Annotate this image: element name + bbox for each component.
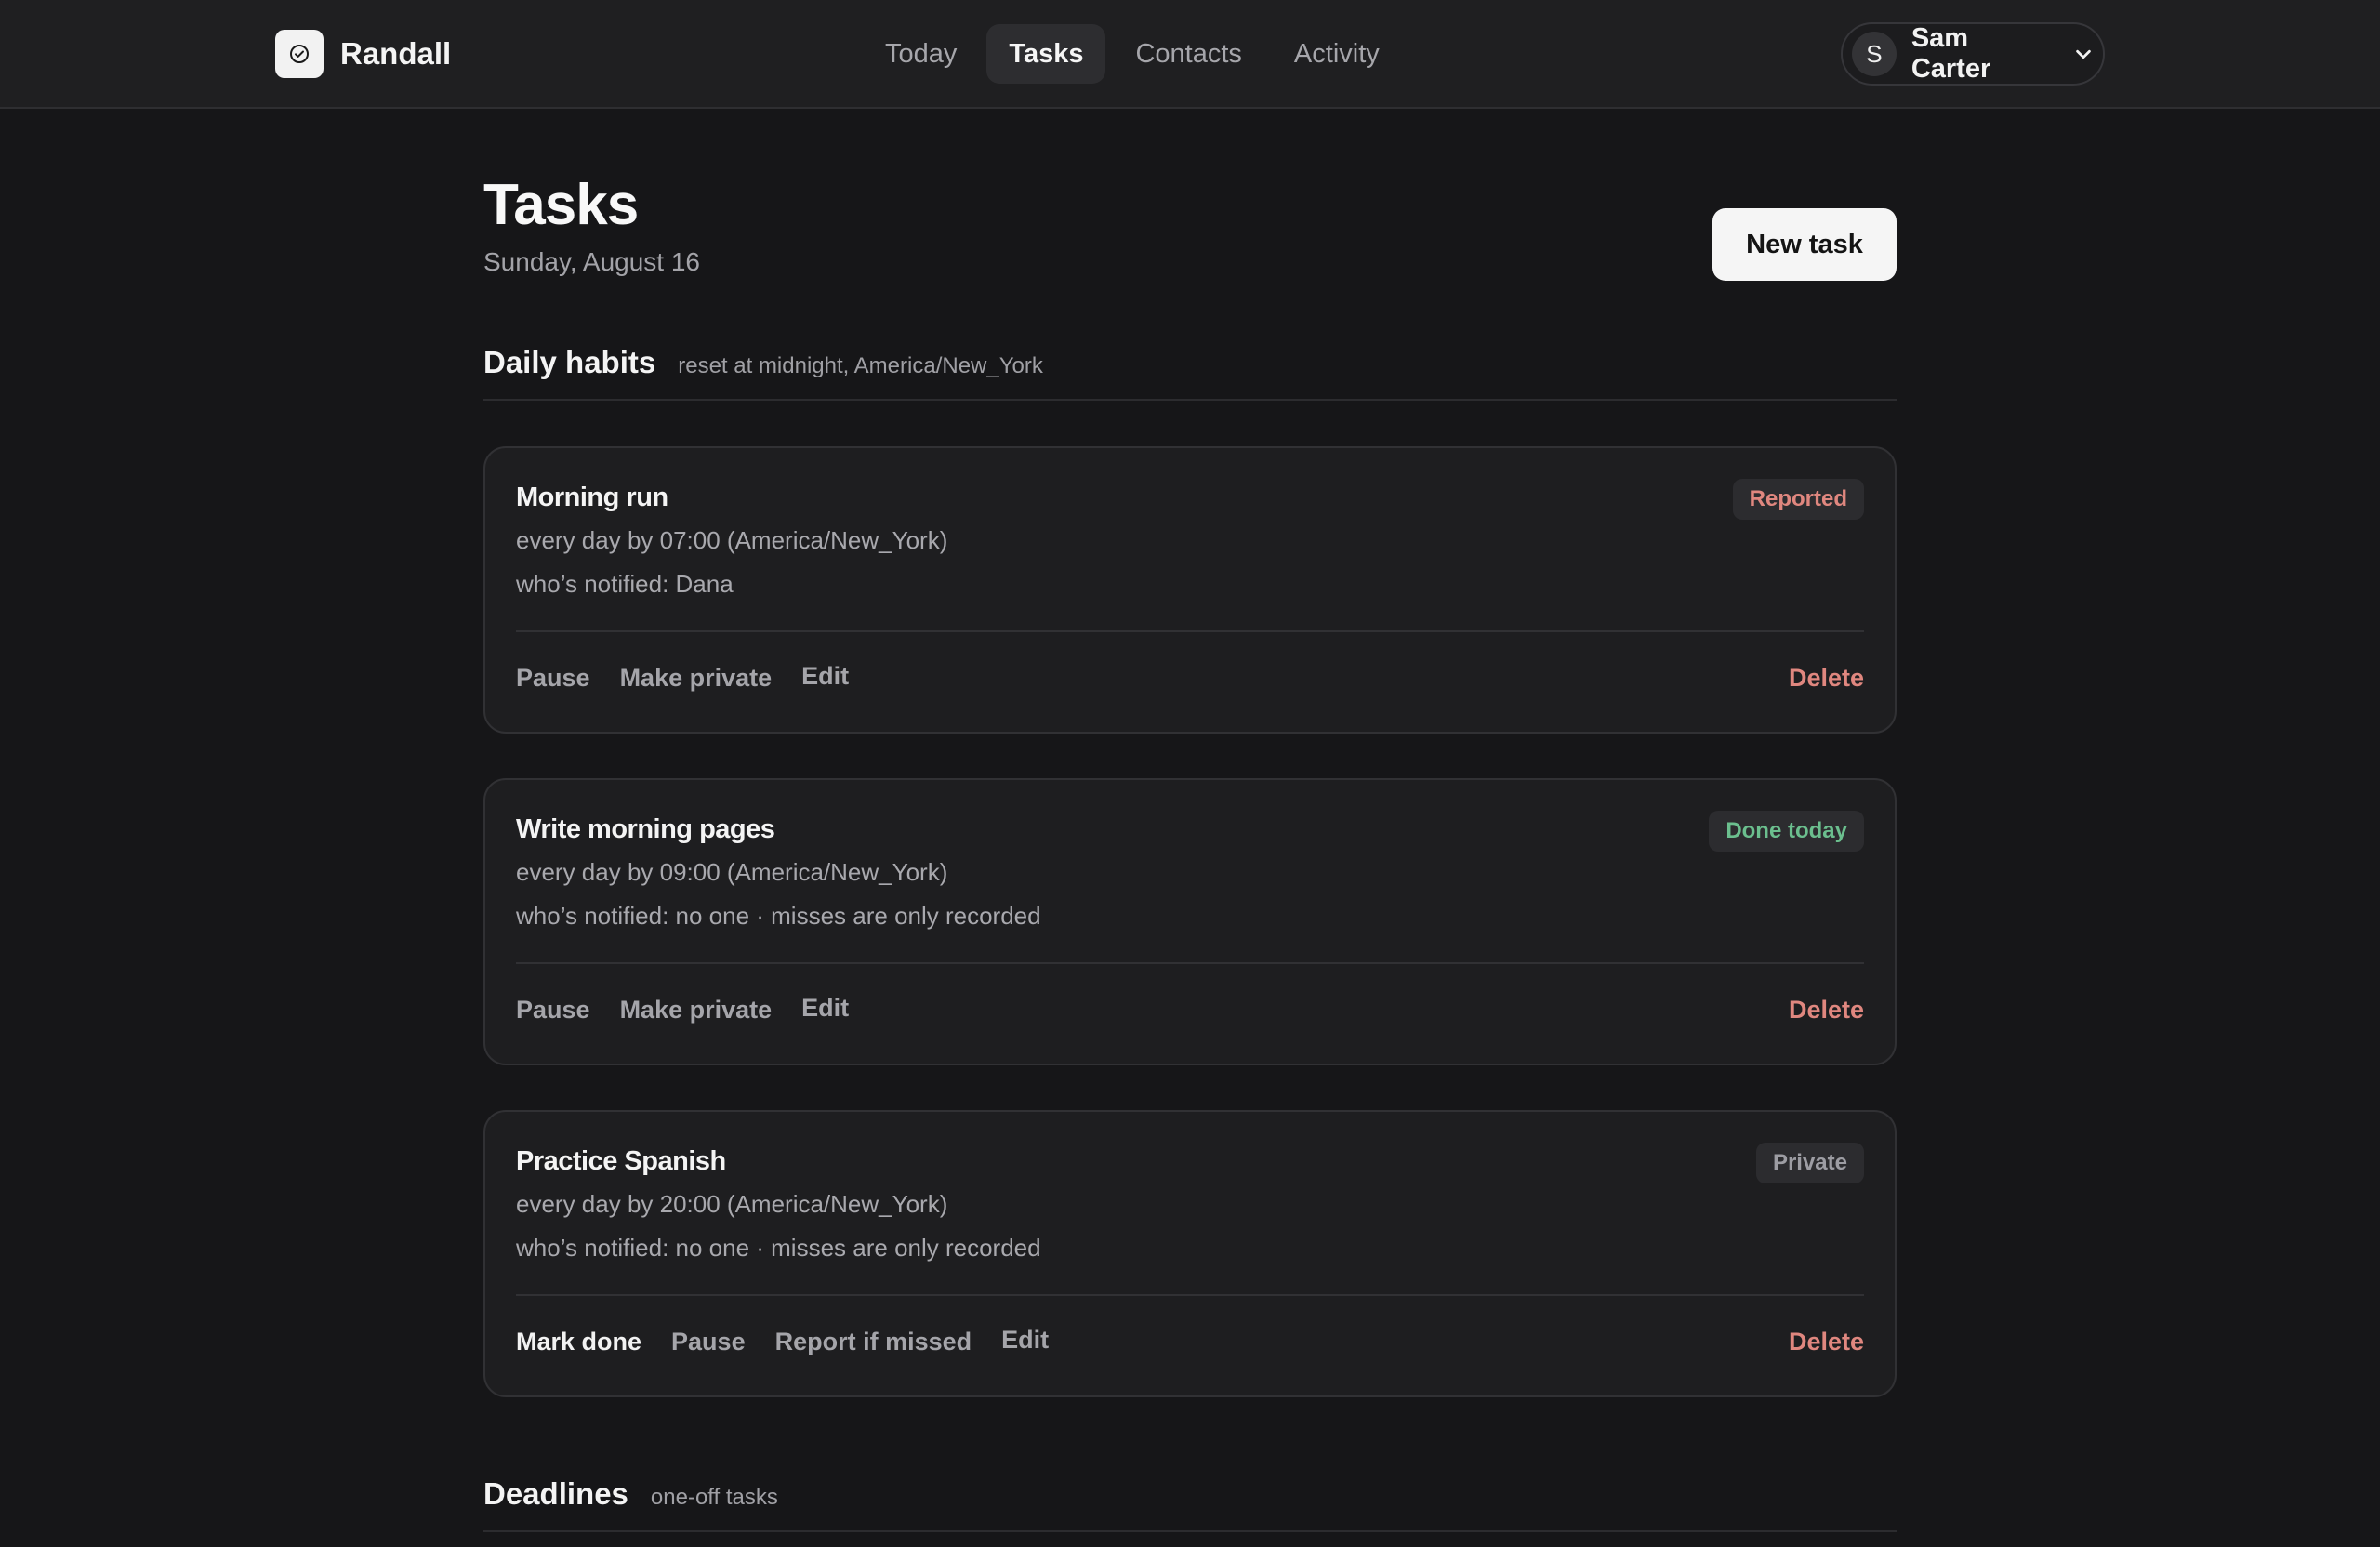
brand-name: Randall [340,36,452,71]
habit-actions: Mark done Pause Report if missed Edit [516,1326,1049,1356]
status-badge: Reported [1732,479,1864,520]
divider [516,1294,1864,1296]
habit-card: Morning run every day by 07:00 (America/… [483,446,1897,734]
mark-done-button[interactable]: Mark done [516,1328,641,1356]
page-date: Sunday, August 16 [483,247,700,276]
avatar: S [1852,32,1897,76]
section-title: Deadlines [483,1476,628,1511]
user-name: Sam Carter [1911,23,1991,84]
pause-button[interactable]: Pause [516,664,590,693]
divider [516,630,1864,632]
delete-button[interactable]: Delete [1789,664,1864,693]
section-header-deadlines: Deadlines one-off tasks [483,1476,1897,1532]
habit-notified: who’s notified: Dana [516,570,734,598]
divider [516,962,1864,964]
nav-item-activity[interactable]: Activity [1272,24,1402,84]
habit-actions: Pause Make private Edit [516,662,849,693]
brand[interactable]: Randall [275,30,451,78]
main-nav: Today Tasks Contacts Activity [863,24,1402,84]
edit-button[interactable]: Edit [801,994,849,1023]
page-title: Tasks [483,173,639,237]
section-title: Daily habits [483,345,656,379]
nav-item-today[interactable]: Today [863,24,979,84]
top-navigation-bar: Randall Today Tasks Contacts Activity S … [0,0,2380,109]
pause-button[interactable]: Pause [671,1328,746,1356]
check-circle-icon [275,30,324,78]
habit-schedule: every day by 20:00 (America/New_York) [516,1190,948,1218]
habit-actions: Pause Make private Edit [516,994,849,1025]
habit-card: Practice Spanish every day by 20:00 (Ame… [483,1110,1897,1397]
status-badge: Private [1755,1143,1864,1183]
delete-button[interactable]: Delete [1789,996,1864,1025]
nav-item-tasks[interactable]: Tasks [986,24,1106,84]
make-private-button[interactable]: Make private [620,664,773,693]
nav-item-contacts[interactable]: Contacts [1113,24,1263,84]
user-menu-button[interactable]: S Sam Carter [1841,22,2105,86]
chevron-down-icon [2073,44,2094,64]
section-header-daily-habits: Daily habits reset at midnight, America/… [483,345,1897,401]
habit-card: Write morning pages every day by 09:00 (… [483,778,1897,1065]
edit-button[interactable]: Edit [1001,1326,1049,1355]
section-subtitle: one-off tasks [650,1485,778,1510]
pause-button[interactable]: Pause [516,996,590,1025]
report-if-missed-button[interactable]: Report if missed [775,1328,972,1356]
new-task-button[interactable]: New task [1712,208,1897,281]
habit-schedule: every day by 07:00 (America/New_York) [516,526,948,554]
habit-schedule: every day by 09:00 (America/New_York) [516,858,948,886]
status-badge: Done today [1709,811,1864,852]
habit-title: Morning run [516,483,668,512]
make-private-button[interactable]: Make private [620,996,773,1025]
habit-title: Practice Spanish [516,1146,726,1176]
delete-button[interactable]: Delete [1789,1328,1864,1356]
habit-title: Write morning pages [516,814,775,844]
edit-button[interactable]: Edit [801,662,849,691]
section-subtitle: reset at midnight, America/New_York [678,353,1043,378]
habit-notified: who’s notified: no one · misses are only… [516,1234,1041,1262]
habit-notified: who’s notified: no one · misses are only… [516,902,1041,930]
